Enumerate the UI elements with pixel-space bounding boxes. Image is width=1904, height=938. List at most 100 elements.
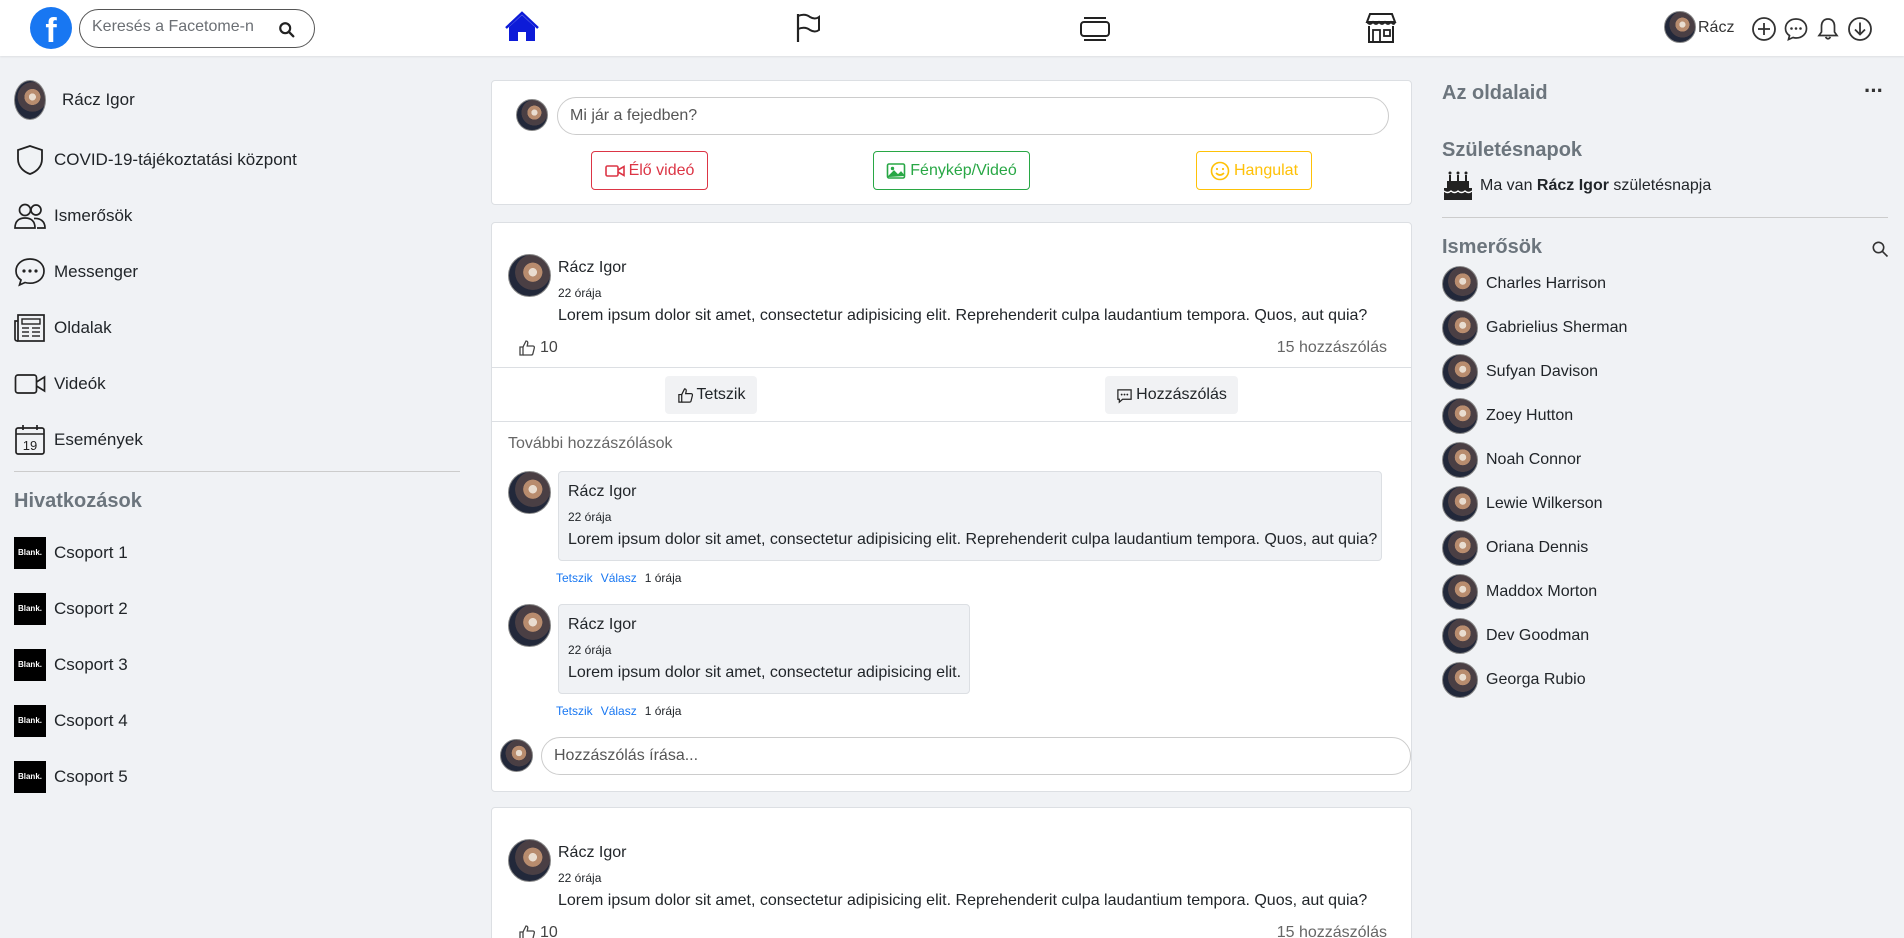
- comment-author[interactable]: Rácz Igor: [568, 616, 636, 634]
- comment-button[interactable]: Hozzászólás: [1105, 376, 1238, 414]
- mood-button[interactable]: Hangulat: [1196, 151, 1312, 190]
- sidebar-item-label: COVID-19-tájékoztatási központ: [54, 150, 297, 169]
- flag-icon[interactable]: [790, 10, 826, 46]
- comment-icon: [1117, 388, 1132, 403]
- comment-like-link[interactable]: Tetszik: [556, 571, 593, 585]
- comment-count[interactable]: 15 hozzászólás: [1277, 924, 1387, 938]
- post-author[interactable]: Rácz Igor: [558, 844, 626, 862]
- newspaper-icon: [14, 314, 45, 342]
- messenger-icon[interactable]: [1783, 16, 1809, 42]
- avatar: [508, 471, 551, 514]
- friend-item[interactable]: Oriana Dennis: [1442, 530, 1588, 566]
- people-icon: [14, 203, 46, 229]
- friend-item[interactable]: Maddox Morton: [1442, 574, 1597, 610]
- comment-actions: Tetszik Válasz 1 órája: [556, 571, 681, 585]
- avatar: [14, 80, 46, 120]
- friend-item[interactable]: Zoey Hutton: [1442, 398, 1573, 434]
- like-count: 10: [518, 339, 558, 357]
- comment-count[interactable]: 15 hozzászólás: [1277, 339, 1387, 357]
- write-comment-input[interactable]: Hozzászólás írása...: [541, 737, 1411, 775]
- video-camera-icon: [604, 164, 625, 177]
- photo-video-label: Fénykép/Videó: [910, 161, 1017, 179]
- friend-name: Lewie Wilkerson: [1486, 495, 1603, 512]
- friend-name: Dev Goodman: [1486, 627, 1590, 644]
- friend-item[interactable]: Sufyan Davison: [1442, 354, 1598, 390]
- birthday-notice[interactable]: Ma van Rácz Igor születésnapja: [1442, 170, 1711, 202]
- sidebar-item-label: Rácz Igor: [62, 90, 135, 109]
- comment-reply-link[interactable]: Válasz: [601, 704, 637, 718]
- sidebar-item-group[interactable]: Blank. Csoport 3: [14, 645, 128, 685]
- sidebar-item-group[interactable]: Blank. Csoport 2: [14, 589, 128, 629]
- plus-circle-icon[interactable]: [1751, 16, 1777, 42]
- search-input[interactable]: [92, 18, 262, 36]
- sidebar-item-covid[interactable]: COVID-19-tájékoztatási központ: [14, 140, 297, 180]
- sidebar-item-friends[interactable]: Ismerősök: [14, 196, 132, 236]
- post-author[interactable]: Rácz Igor: [558, 259, 626, 277]
- sidebar-item-group[interactable]: Blank. Csoport 1: [14, 533, 128, 573]
- search-box[interactable]: [79, 9, 315, 48]
- sidebar-item-events[interactable]: 19 Események: [14, 420, 143, 460]
- birthday-name[interactable]: Rácz Igor: [1537, 177, 1609, 195]
- avatar: [500, 739, 533, 772]
- watch-icon[interactable]: [1077, 10, 1113, 46]
- shortcuts-title: Hivatkozások: [14, 490, 142, 512]
- comment-author[interactable]: Rácz Igor: [568, 483, 636, 501]
- sidebar-item-group[interactable]: Blank. Csoport 4: [14, 701, 128, 741]
- calendar-day: 19: [22, 438, 38, 453]
- chat-icon: [15, 258, 45, 287]
- avatar: [1442, 310, 1478, 346]
- birthday-suffix: születésnapja: [1608, 177, 1712, 194]
- post-time[interactable]: 22 órája: [558, 871, 601, 885]
- search-icon[interactable]: [1871, 240, 1889, 258]
- comment-bubble: Rácz Igor 22 órája Lorem ipsum dolor sit…: [558, 471, 1382, 561]
- avatar: [1442, 398, 1478, 434]
- friend-name: Georga Rubio: [1486, 671, 1586, 688]
- live-video-button[interactable]: Élő videó: [591, 151, 708, 190]
- profile-name: Rácz: [1698, 19, 1735, 36]
- live-video-label: Élő videó: [628, 161, 695, 179]
- sidebar-item-messenger[interactable]: Messenger: [14, 252, 138, 292]
- status-input[interactable]: Mi jár a fejedben?: [557, 97, 1389, 135]
- video-icon: [14, 374, 46, 394]
- birthday-prefix: Ma van: [1480, 177, 1537, 194]
- friend-item[interactable]: Dev Goodman: [1442, 618, 1589, 654]
- sidebar-item-videos[interactable]: Videók: [14, 364, 106, 404]
- bell-icon[interactable]: [1815, 16, 1841, 42]
- avatar: [516, 99, 548, 131]
- search-icon[interactable]: [278, 21, 296, 39]
- friend-item[interactable]: Charles Harrison: [1442, 266, 1606, 302]
- friend-item[interactable]: Lewie Wilkerson: [1442, 486, 1602, 522]
- avatar: [508, 254, 551, 297]
- post-time[interactable]: 22 órája: [558, 286, 601, 300]
- photo-video-button[interactable]: Fénykép/Videó: [873, 151, 1030, 190]
- group-logo: Blank.: [14, 705, 46, 737]
- avatar: [1664, 11, 1696, 43]
- post-card: Rácz Igor 22 órája Lorem ipsum dolor sit…: [491, 222, 1412, 792]
- more-options-icon[interactable]: ···: [1864, 78, 1884, 104]
- comment-time: 22 órája: [568, 510, 612, 524]
- comment-reply-link[interactable]: Válasz: [601, 571, 637, 585]
- avatar: [1442, 486, 1478, 522]
- sidebar-item-label: Videók: [54, 374, 106, 393]
- avatar: [1442, 574, 1478, 610]
- comment-time: 22 órája: [568, 643, 612, 657]
- facebook-logo[interactable]: f: [30, 7, 72, 50]
- friend-item[interactable]: Noah Connor: [1442, 442, 1581, 478]
- avatar: [1442, 618, 1478, 654]
- sidebar-item-group[interactable]: Blank. Csoport 5: [14, 757, 128, 797]
- sidebar-item-label: Csoport 1: [54, 543, 128, 562]
- divider: [1442, 217, 1888, 218]
- post-card: Rácz Igor 22 órája Lorem ipsum dolor sit…: [491, 807, 1412, 938]
- more-comments-link[interactable]: További hozzászólások: [508, 435, 673, 453]
- marketplace-icon[interactable]: [1363, 10, 1399, 46]
- sidebar-item-profile[interactable]: Rácz Igor: [14, 80, 135, 120]
- friend-item[interactable]: Georga Rubio: [1442, 662, 1586, 698]
- download-icon[interactable]: [1847, 16, 1873, 42]
- friend-item[interactable]: Gabrielius Sherman: [1442, 310, 1627, 346]
- comment-like-link[interactable]: Tetszik: [556, 704, 593, 718]
- like-button[interactable]: Tetszik: [665, 376, 757, 414]
- home-icon[interactable]: [504, 10, 540, 46]
- divider: [492, 421, 1411, 422]
- sidebar-item-pages[interactable]: Oldalak: [14, 308, 112, 348]
- mood-label: Hangulat: [1233, 161, 1299, 179]
